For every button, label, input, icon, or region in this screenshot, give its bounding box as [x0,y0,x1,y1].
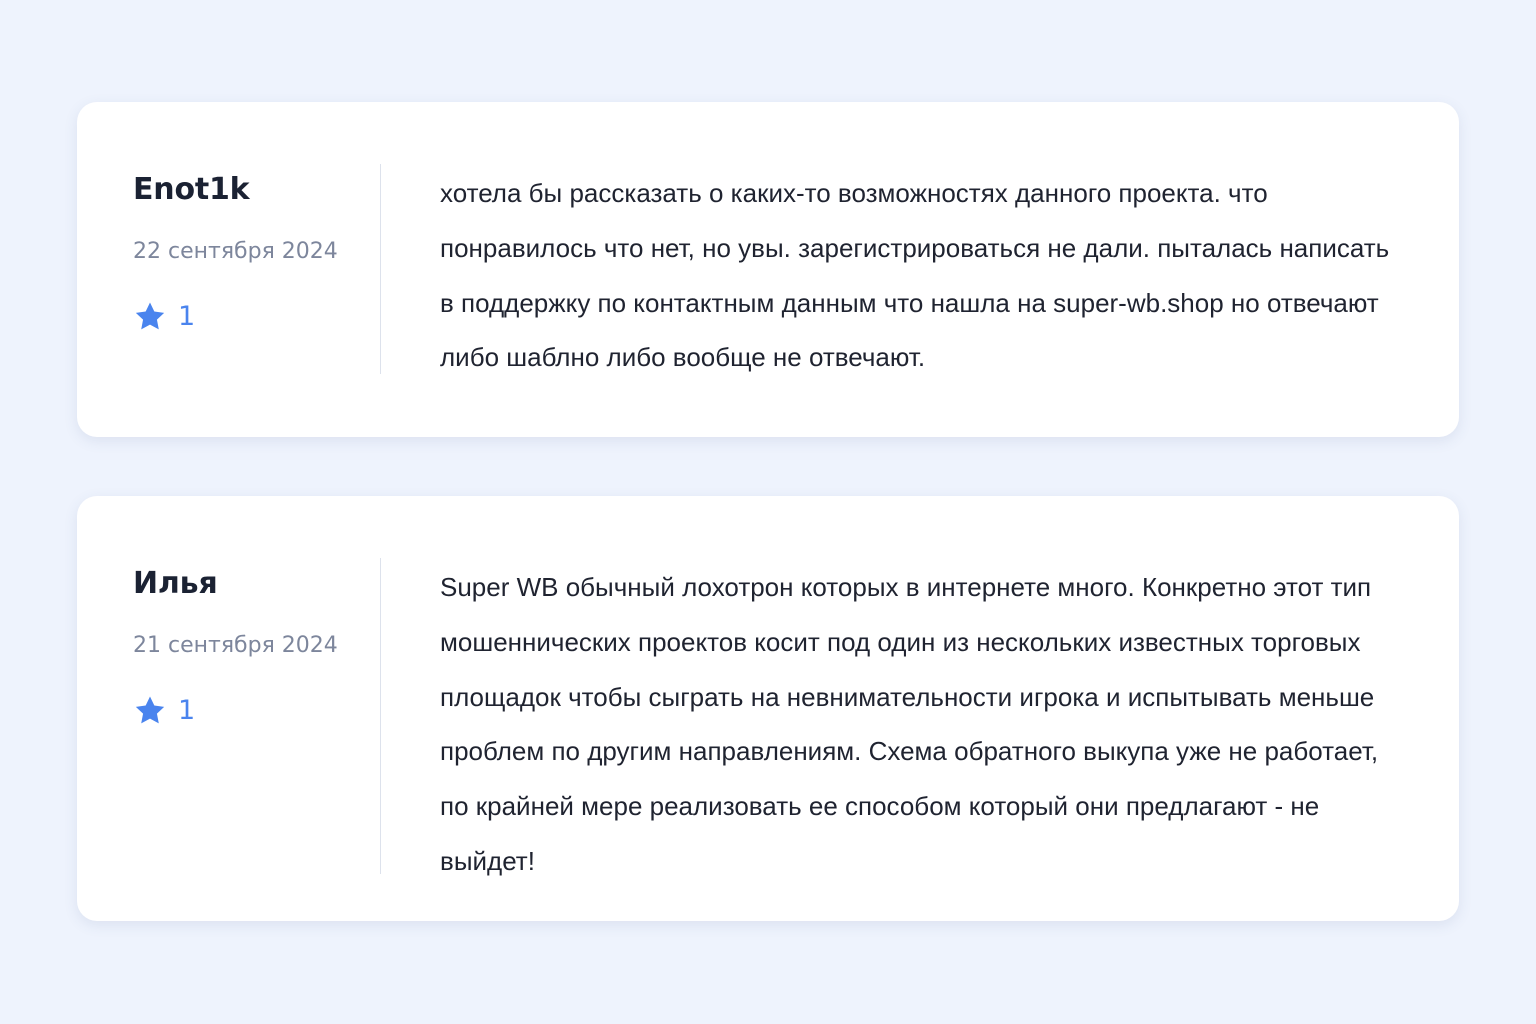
review-rating: 1 [133,300,195,334]
review-rating: 1 [133,694,195,728]
review-text: хотела бы рассказать о каких-то возможно… [440,178,1390,373]
review-date: 21 сентября 2024 [133,633,338,658]
review-author: Илья [133,566,218,601]
vertical-divider [380,164,381,374]
star-icon [135,696,165,724]
review-card: Enot1k 22 сентября 2024 1 хотела бы расс… [77,102,1459,437]
review-text: Super WB обычный лохотрон которых в инте… [440,572,1379,876]
star-icon [135,302,165,330]
review-date: 22 сентября 2024 [133,239,338,264]
rating-value: 1 [178,301,196,332]
vertical-divider [380,558,381,874]
review-author: Enot1k [133,172,250,207]
review-card: Илья 21 сентября 2024 1 Super WB обычный… [77,496,1459,921]
rating-value: 1 [178,695,196,726]
